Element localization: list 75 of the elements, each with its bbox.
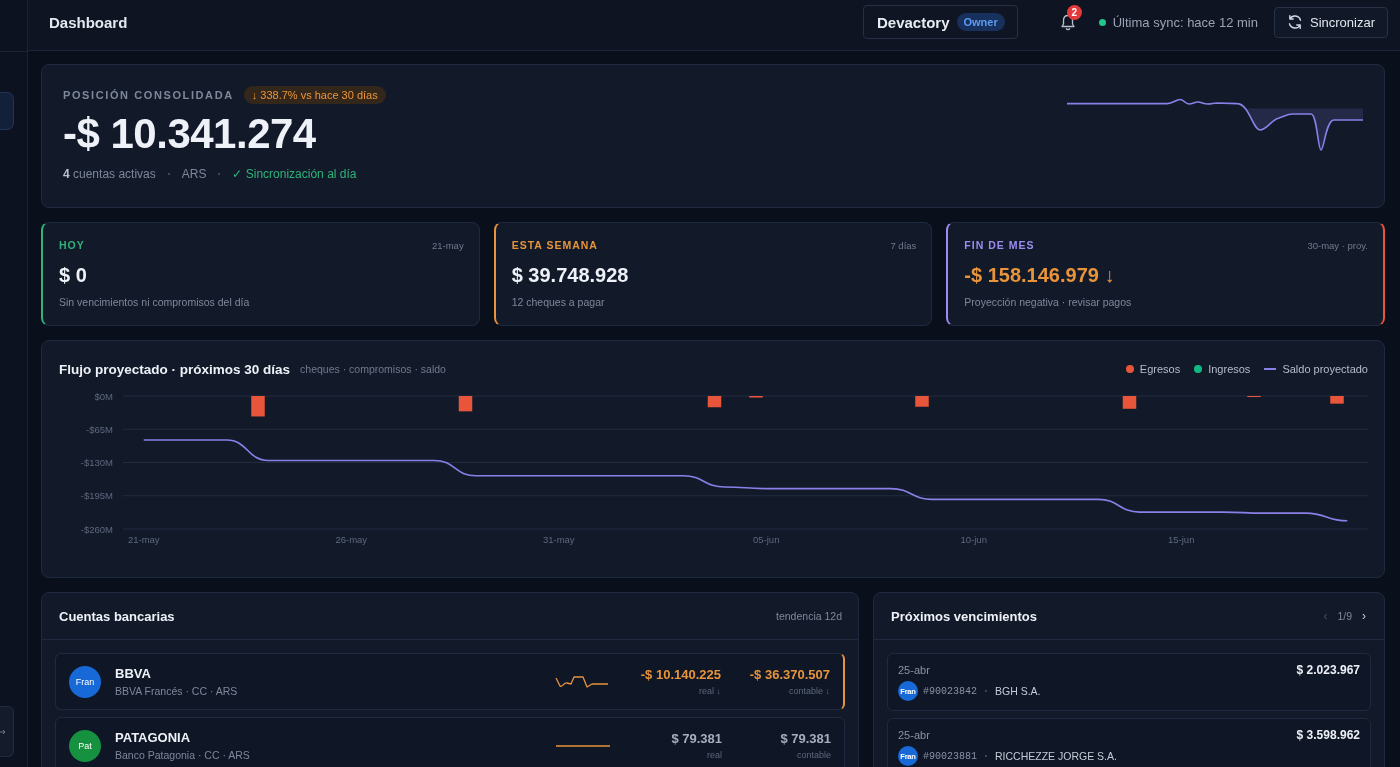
role-badge: Owner [956, 13, 1005, 31]
sync-status: Última sync: hace 12 min [1112, 14, 1258, 30]
card-date: 7 días [890, 239, 917, 251]
card-value: $ 39.748.928 [511, 263, 630, 287]
meta-text: ARS [181, 167, 207, 181]
change-badge: ↓ 338.7% vs hace 30 días [243, 86, 386, 104]
due-date: 25-abr [898, 729, 930, 741]
bank-avatar: Pat [69, 729, 101, 762]
y-axis-label: -$130M [80, 457, 113, 468]
balance-value: -$ 10.341.274 [63, 109, 317, 159]
real-balance: -$ 10.140.225 [640, 667, 721, 682]
organization-selector[interactable]: Devactory Owner [862, 5, 1018, 39]
trend-label: tendencia 12d [776, 610, 842, 622]
card-title: Próximos vencimientos [891, 608, 1037, 624]
card-title: Cuentas bancarias [59, 608, 175, 624]
section-label: POSICIÓN CONSOLIDADA [63, 89, 234, 101]
x-axis-label: 26-may [335, 534, 368, 545]
card-note: 12 cheques a pagar [511, 296, 606, 308]
account-name: BBVA [115, 666, 152, 681]
account-row[interactable]: Fran BBVA BBVA Francés · CC · ARS -$ 10.140.225 real ↓ -$ 36.370.507 contable ↓ [55, 653, 845, 710]
account-name: PATAGONIA [115, 730, 192, 745]
chart-subtitle: cheques · compromisos · saldo [300, 363, 446, 375]
check-number: #90023842 [923, 685, 977, 697]
x-axis-label: 21-may [127, 534, 160, 545]
trend-sparkline [556, 744, 610, 747]
due-date: 25-abr [898, 664, 930, 676]
x-axis-label: 10-jun [960, 534, 987, 545]
account-row[interactable]: Pat PATAGONIA Banco Patagonia · CC · ARS $ 79.381 real $ 79.381 contable [55, 717, 845, 767]
card-value: $ 0 [59, 263, 88, 287]
card-note: Sin vencimientos ni compromisos del día [59, 296, 251, 308]
chart-title: Flujo proyectado · próximos 30 días [59, 361, 291, 377]
account-detail: Banco Patagonia · CC · ARS [115, 749, 251, 761]
card-value: -$ 158.146.979 ↓ [964, 263, 1116, 287]
card-note: Proyección negativa · revisar pagos [964, 296, 1133, 308]
trend-sparkline [555, 674, 609, 689]
card-label: HOY [59, 239, 85, 251]
meta-text: ✓ Sincronización al día [232, 167, 357, 181]
page-title: Dashboard [49, 13, 128, 31]
x-axis-label: 05-jun [753, 534, 780, 545]
page-indicator: 1/9 [1337, 610, 1352, 622]
sync-button[interactable]: Sincronizar [1273, 6, 1388, 38]
balance-caption: real ↓ [699, 686, 721, 696]
card-label: ESTA SEMANA [511, 239, 598, 251]
legend-label: Saldo proyectado [1282, 363, 1368, 375]
balance-caption: contable [796, 750, 831, 760]
refresh-icon [1286, 14, 1303, 30]
real-balance: $ 79.381 [671, 731, 722, 746]
check-number: #90023881 [923, 750, 977, 762]
card-date: 21-may [431, 239, 464, 251]
y-axis-label: -$65M [86, 423, 113, 435]
payee-name: RICCHEZZE JORGE S.A. [995, 750, 1117, 762]
due-amount: $ 2.023.967 [1296, 663, 1360, 677]
balance-caption: contable ↓ [788, 686, 830, 696]
due-amount: $ 3.598.962 [1296, 728, 1360, 742]
legend-label: Ingresos [1208, 363, 1251, 375]
payee-name: BGH S.A. [995, 685, 1041, 697]
x-axis-label: 31-may [542, 534, 575, 545]
card-date: 30-may · proy. [1307, 239, 1368, 251]
account-detail: BBVA Francés · CC · ARS [115, 685, 239, 697]
balance-caption: real [707, 750, 722, 760]
meta-text: 4 cuentas activas [63, 167, 156, 181]
legend-label: Egresos [1139, 363, 1181, 375]
next-page-button[interactable]: › [1360, 609, 1368, 623]
arrow-right-icon [0, 728, 6, 735]
expand-sidebar-button[interactable] [0, 706, 14, 757]
sidebar-item[interactable] [0, 92, 14, 130]
accounting-balance: $ 79.381 [780, 731, 831, 746]
accounting-balance: -$ 36.370.507 [749, 667, 830, 682]
y-axis-label: -$195M [80, 490, 113, 502]
bank-avatar: Fran [69, 665, 101, 698]
x-axis-label: 15-jun [1168, 534, 1195, 545]
notification-count: 2 [1066, 4, 1082, 20]
card-label: FIN DE MES [964, 239, 1035, 251]
y-axis-label: $0M [94, 390, 113, 402]
y-axis-label: -$260M [80, 523, 113, 535]
